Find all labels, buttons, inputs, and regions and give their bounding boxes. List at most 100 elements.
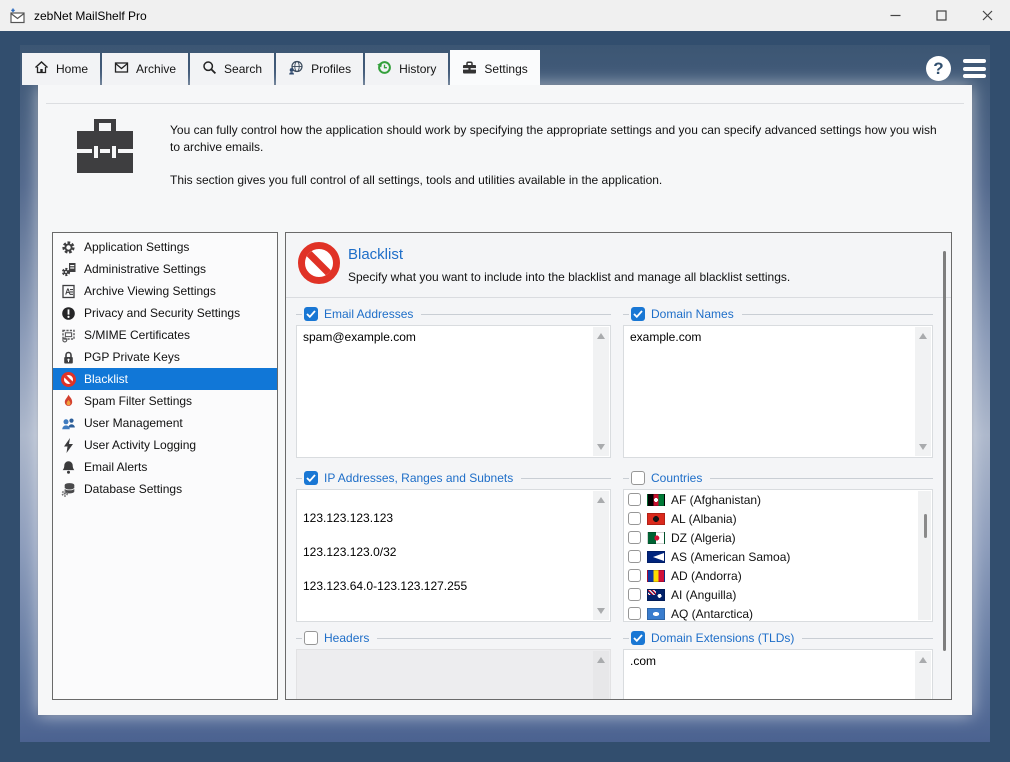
sidebar-item-user-management[interactable]: User Management	[53, 412, 277, 434]
tab-archive[interactable]: Archive	[102, 53, 188, 85]
sidebar-item-spam-filter-settings[interactable]: Spam Filter Settings	[53, 390, 277, 412]
scroll-down-icon[interactable]	[597, 608, 605, 614]
help-button[interactable]: ?	[926, 56, 951, 81]
headers-checkbox[interactable]	[304, 631, 318, 645]
domain-names-checkbox[interactable]	[631, 307, 645, 321]
sidebar-item-archive-viewing-settings[interactable]: A Archive Viewing Settings	[53, 280, 277, 302]
window-title: zebNet MailShelf Pro	[34, 9, 147, 23]
title-bar: zebNet MailShelf Pro	[0, 0, 1010, 31]
sidebar-item-label: PGP Private Keys	[84, 350, 180, 364]
app-window: zebNet MailShelf Pro Home	[0, 0, 1010, 762]
sidebar-item-label: Archive Viewing Settings	[84, 284, 216, 298]
sidebar-item-pgp-private-keys[interactable]: PGP Private Keys	[53, 346, 277, 368]
country-checkbox[interactable]	[628, 493, 641, 506]
ip-line: 123.123.123.123	[303, 510, 588, 527]
search-icon	[202, 60, 217, 78]
sidebar-item-label: Blacklist	[84, 372, 128, 386]
sidebar-item-application-settings[interactable]: Application Settings	[53, 236, 277, 258]
country-row-afghanistan[interactable]: AF (Afghanistan)	[624, 490, 932, 509]
hamburger-menu-button[interactable]	[963, 59, 986, 78]
ip-addresses-checkbox[interactable]	[304, 471, 318, 485]
country-checkbox[interactable]	[628, 569, 641, 582]
sidebar-item-blacklist[interactable]: Blacklist	[53, 368, 277, 390]
ip-addresses-textarea[interactable]: 123.123.123.123 123.123.123.0/32 123.123…	[296, 489, 611, 622]
sidebar-item-user-activity-logging[interactable]: User Activity Logging	[53, 434, 277, 456]
gear-icon	[60, 239, 77, 255]
tab-label: Archive	[136, 62, 176, 76]
country-checkbox[interactable]	[628, 531, 641, 544]
blacklist-settings-pane: Blacklist Specify what you want to inclu…	[285, 232, 952, 700]
domain-names-textarea[interactable]: example.com	[623, 325, 933, 458]
algeria-flag-icon	[647, 532, 665, 544]
countries-listbox[interactable]: AF (Afghanistan) AL (Albania) DZ (Algeri…	[623, 489, 933, 622]
lightning-icon	[60, 437, 77, 453]
email-addresses-textarea[interactable]: spam@example.com	[296, 325, 611, 458]
country-row-american-samoa[interactable]: AS (American Samoa)	[624, 547, 932, 566]
scrollbar-track[interactable]	[915, 327, 931, 456]
tlds-value: .com	[630, 653, 910, 670]
app-logo-icon	[9, 8, 26, 24]
tab-search[interactable]: Search	[190, 53, 274, 85]
email-addresses-checkbox[interactable]	[304, 307, 318, 321]
sidebar-item-email-alerts[interactable]: Email Alerts	[53, 456, 277, 478]
countries-scrollbar-thumb[interactable]	[924, 514, 927, 538]
scroll-down-icon[interactable]	[919, 444, 927, 450]
section-subtitle: Specify what you want to include into th…	[348, 270, 790, 284]
tab-history[interactable]: History	[365, 53, 448, 85]
database-gear-icon	[60, 481, 77, 497]
sidebar-item-administrative-settings[interactable]: Administrative Settings	[53, 258, 277, 280]
tlds-checkbox[interactable]	[631, 631, 645, 645]
tab-settings[interactable]: Settings	[450, 50, 539, 85]
scrollbar-track[interactable]	[593, 491, 609, 620]
country-row-antarctica[interactable]: AQ (Antarctica)	[624, 604, 932, 622]
group-headers: Headers	[296, 629, 611, 700]
sidebar-item-database-settings[interactable]: Database Settings	[53, 478, 277, 500]
sidebar-item-smime-certificates[interactable]: S/MIME Certificates	[53, 324, 277, 346]
countries-checkbox[interactable]	[631, 471, 645, 485]
intro-text: You can fully control how the applicatio…	[170, 122, 950, 204]
window-frame: Home Archive Search Profiles	[0, 31, 1010, 762]
minimize-button[interactable]	[872, 0, 918, 31]
country-row-andorra[interactable]: AD (Andorra)	[624, 566, 932, 585]
question-mark-icon: ?	[933, 59, 943, 79]
scrollbar-track	[593, 651, 609, 700]
content-panel: You can fully control how the applicatio…	[38, 85, 972, 715]
tab-home[interactable]: Home	[22, 53, 100, 85]
andorra-flag-icon	[647, 570, 665, 582]
close-button[interactable]	[964, 0, 1010, 31]
hamburger-bar	[963, 74, 986, 78]
country-checkbox[interactable]	[628, 512, 641, 525]
scroll-up-icon[interactable]	[919, 333, 927, 339]
section-divider	[286, 297, 951, 298]
tab-label: History	[399, 62, 436, 76]
toolbox-icon	[72, 117, 138, 184]
email-addresses-value: spam@example.com	[303, 329, 588, 346]
scrollbar-track[interactable]	[593, 327, 609, 456]
maximize-button[interactable]	[918, 0, 964, 31]
domain-names-value: example.com	[630, 329, 910, 346]
envelope-icon	[114, 60, 129, 78]
afghanistan-flag-icon	[647, 494, 665, 506]
home-icon	[34, 60, 49, 78]
scroll-down-icon[interactable]	[597, 444, 605, 450]
tab-profiles[interactable]: Profiles	[276, 53, 363, 85]
pane-scrollbar-thumb[interactable]	[943, 251, 946, 651]
group-label: IP Addresses, Ranges and Subnets	[324, 471, 521, 485]
blacklist-header-icon	[298, 242, 340, 284]
country-row-anguilla[interactable]: AI (Anguilla)	[624, 585, 932, 604]
scroll-up-icon[interactable]	[597, 333, 605, 339]
country-row-albania[interactable]: AL (Albania)	[624, 509, 932, 528]
countries-scrollbar-track[interactable]	[918, 491, 931, 620]
scroll-up-icon[interactable]	[919, 657, 927, 663]
country-row-algeria[interactable]: DZ (Algeria)	[624, 528, 932, 547]
settings-nav-list: Application Settings Administrative Sett…	[52, 232, 278, 700]
scroll-up-icon[interactable]	[597, 497, 605, 503]
intro-paragraph-2: This section gives you full control of a…	[170, 172, 950, 189]
sidebar-item-privacy-security-settings[interactable]: Privacy and Security Settings	[53, 302, 277, 324]
tlds-textarea[interactable]: .com	[623, 649, 933, 700]
country-checkbox[interactable]	[628, 588, 641, 601]
country-checkbox[interactable]	[628, 550, 641, 563]
tab-label: Settings	[484, 62, 527, 76]
country-checkbox[interactable]	[628, 607, 641, 620]
scrollbar-track[interactable]	[915, 651, 931, 700]
